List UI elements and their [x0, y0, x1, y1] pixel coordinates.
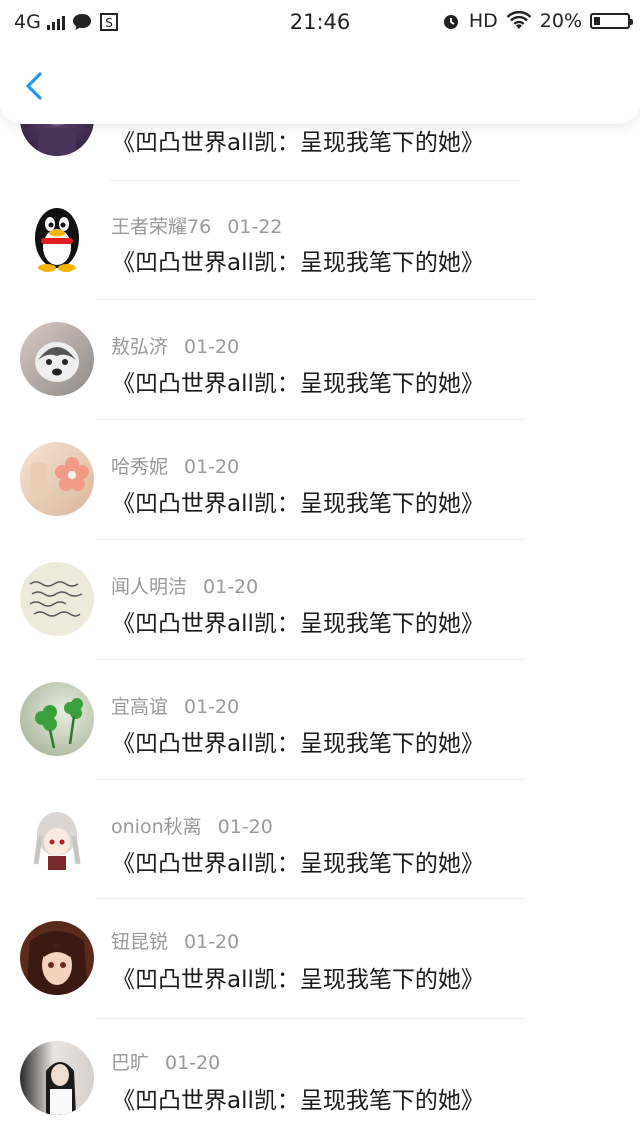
post-title: 《凹凸世界all凯：呈现我笔下的她》: [112, 250, 484, 276]
list-item[interactable]: 钮昆锐 01-20 《凹凸世界all凯：呈现我笔下的她》: [0, 899, 640, 1018]
post-title: 《凹凸世界all凯：呈现我笔下的她》: [112, 491, 484, 517]
user-avatar[interactable]: [20, 921, 94, 995]
list-item[interactable]: 王者荣耀76 01-22 《凹凸世界all凯：呈现我笔下的她》: [0, 180, 640, 299]
hd-indicator: HD: [468, 10, 498, 32]
post-date: 01-20: [184, 456, 240, 478]
post-meta: 哈秀妮 01-20: [111, 452, 239, 479]
user-avatar[interactable]: [20, 442, 94, 516]
wifi-icon: [506, 11, 532, 29]
husky-dog-icon: [35, 342, 79, 382]
username[interactable]: 哈秀妮: [111, 456, 168, 478]
username[interactable]: 宜高谊: [111, 696, 168, 718]
post-date: 01-22: [227, 216, 283, 238]
user-avatar[interactable]: [20, 802, 94, 876]
user-avatar[interactable]: [20, 562, 94, 636]
list-item[interactable]: 巴旷 01-20 《凹凸世界all凯：呈现我笔下的她》: [0, 1019, 640, 1138]
post-meta: 巴旷 01-20: [111, 1048, 220, 1075]
post-meta: onion秋离 01-20: [111, 812, 273, 839]
post-meta: 闻人明洁 01-20: [111, 572, 258, 599]
anime-portrait-icon: [26, 931, 88, 995]
user-avatar[interactable]: [20, 682, 94, 756]
list-item[interactable]: 闻人明洁 01-20 《凹凸世界all凯：呈现我笔下的她》: [0, 540, 640, 659]
post-title: 《凹凸世界all凯：呈现我笔下的她》: [112, 130, 484, 156]
username[interactable]: 敖弘济: [111, 336, 168, 358]
battery-percent: 20%: [539, 10, 582, 32]
post-title: 《凹凸世界all凯：呈现我笔下的她》: [112, 851, 484, 877]
username[interactable]: 巴旷: [111, 1052, 149, 1074]
anime-girl-icon: [33, 812, 81, 870]
post-title: 《凹凸世界all凯：呈现我笔下的她》: [112, 1088, 484, 1114]
list-item[interactable]: 敖弘济 01-20 《凹凸世界all凯：呈现我笔下的她》: [0, 300, 640, 419]
alarm-icon: [443, 15, 458, 29]
post-title: 《凹凸世界all凯：呈现我笔下的她》: [112, 967, 484, 993]
top-navigation-bar: [0, 44, 640, 124]
user-avatar[interactable]: [20, 1041, 94, 1115]
flower-icon: [30, 457, 89, 492]
status-bar: 4G S 21:46 HD 20%: [0, 0, 640, 44]
post-date: 01-20: [217, 816, 273, 838]
post-meta: 钮昆锐 01-20: [111, 927, 239, 954]
username[interactable]: 闻人明洁: [111, 576, 187, 598]
post-title: 《凹凸世界all凯：呈现我笔下的她》: [112, 731, 484, 757]
post-meta: 敖弘济 01-20: [111, 332, 239, 359]
list-item[interactable]: 宜高谊 01-20 《凹凸世界all凯：呈现我笔下的她》: [0, 660, 640, 779]
battery-icon: [590, 13, 633, 29]
user-avatar[interactable]: [20, 322, 94, 396]
post-title: 《凹凸世界all凯：呈现我笔下的她》: [112, 371, 484, 397]
list-item[interactable]: 哈秀妮 01-20 《凹凸世界all凯：呈现我笔下的她》: [0, 420, 640, 539]
list-item[interactable]: onion秋离 01-20 《凹凸世界all凯：呈现我笔下的她》: [0, 780, 640, 899]
post-date: 01-20: [203, 576, 259, 598]
post-date: 01-20: [184, 336, 240, 358]
user-avatar[interactable]: [20, 200, 94, 274]
post-date: 01-20: [165, 1052, 221, 1074]
post-date: 01-20: [184, 696, 240, 718]
back-chevron-icon[interactable]: [18, 68, 54, 104]
post-meta: 宜高谊 01-20: [111, 692, 239, 719]
post-title: 《凹凸世界all凯：呈现我笔下的她》: [112, 611, 484, 637]
photo-portrait-icon: [46, 1062, 76, 1115]
qq-penguin-icon: [35, 208, 79, 272]
handwriting-image-icon: [29, 581, 83, 617]
post-date: 01-20: [184, 931, 240, 953]
status-right: HD 20%: [441, 10, 633, 32]
username[interactable]: 钮昆锐: [111, 931, 168, 953]
username[interactable]: 王者荣耀76: [111, 216, 211, 238]
clover-icon: [35, 698, 83, 749]
post-meta: 王者荣耀76 01-22: [111, 212, 282, 239]
username[interactable]: onion秋离: [111, 816, 202, 838]
